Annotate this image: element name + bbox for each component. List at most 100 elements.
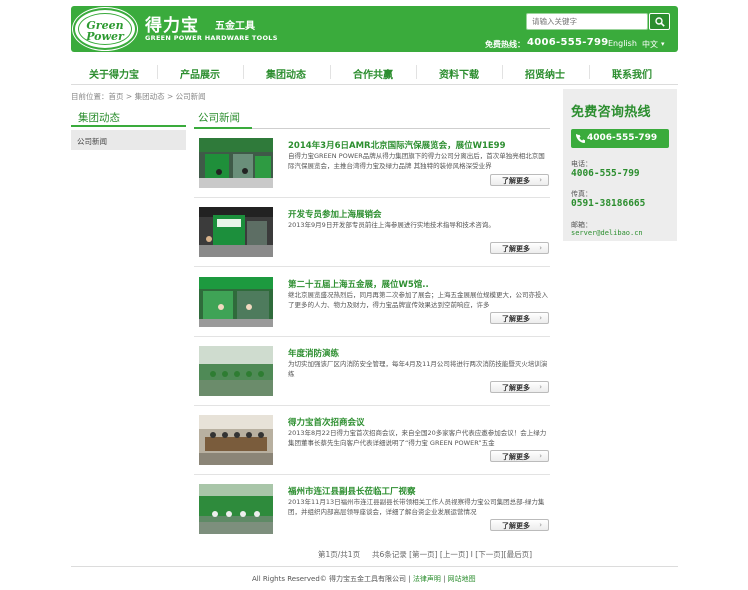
hotline-button[interactable]: 4006-555-799 [571, 129, 669, 148]
section-title-underline [194, 127, 252, 129]
nav-item-careers[interactable]: 招贤纳士 [502, 66, 588, 81]
divider [194, 266, 550, 267]
read-more-label: 了解更多 [502, 315, 530, 323]
phone-icon [576, 134, 585, 143]
sitemap-link[interactable]: 网站地图 [448, 575, 476, 583]
footer-divider [71, 566, 678, 567]
meeting-photo [199, 415, 273, 465]
read-more-label: 了解更多 [502, 522, 530, 530]
breadcrumb-current: 公司新闻 [175, 92, 206, 101]
sidebar-item-company-news[interactable]: 公司新闻 [71, 130, 186, 150]
language-english-link[interactable]: English [608, 39, 637, 48]
breadcrumb-separator: > [166, 92, 174, 101]
breadcrumb-separator: > [125, 92, 133, 101]
main-content: 公司新闻 [194, 107, 550, 129]
search-input[interactable] [526, 13, 648, 30]
official-visit-photo [199, 484, 273, 534]
section-title-text: 公司新闻 [198, 112, 240, 124]
news-item: 得力宝首次招商会议 2013年8月22日得力宝首次招商会议，来自全国20多家客户… [194, 415, 550, 475]
brand-name-cn: 得力宝 [145, 16, 199, 36]
news-title[interactable]: 年度消防演练 [288, 347, 550, 359]
first-page-link[interactable]: [第一页] [409, 550, 437, 559]
next-page-link[interactable]: [下一页] [475, 550, 503, 559]
breadcrumb-prefix: 目前位置： [71, 92, 109, 101]
news-title[interactable]: 第二十五届上海五金展，展位W5馆.. [288, 278, 550, 290]
chevron-right-icon: › [539, 521, 542, 529]
contact-title: 免费咨询热线 [571, 105, 651, 120]
sidebar-title: 集团动态 [71, 107, 186, 127]
chevron-right-icon: › [539, 244, 542, 252]
page: Green Power 得力宝 五金工具 GREEN POWER HARDWAR… [0, 0, 748, 590]
pager-separator: I [470, 550, 473, 559]
news-item: 福州市连江县副县长莅临工厂视察 2013年11月13日福州市连江县副县长带领相关… [194, 484, 550, 544]
record-count: 共6条记录 [372, 550, 407, 559]
nav-item-products[interactable]: 产品展示 [157, 66, 243, 81]
phone-value: 4006-555-799 [571, 168, 640, 179]
read-more-label: 了解更多 [502, 384, 530, 392]
divider [194, 405, 550, 406]
news-title[interactable]: 2014年3月6日AMR北京国际汽保展览会，展位W1E99 [288, 139, 550, 151]
footer-separator: | [408, 575, 411, 583]
news-title[interactable]: 福州市连江县副县长莅临工厂视察 [288, 485, 550, 497]
site-footer: All Rights Reserved© 得力宝五金工具有限公司 | 法律声明 … [252, 574, 476, 584]
news-thumbnail[interactable] [199, 277, 273, 327]
news-item: 年度消防演练 为切实加强该厂区内消防安全管理，每年4月及11月公司将进行两次消防… [194, 346, 550, 406]
contact-panel: 免费咨询热线 4006-555-799 电话： 4006-555-799 传真：… [563, 89, 677, 241]
news-title[interactable]: 得力宝首次招商会议 [288, 416, 550, 428]
pagination: 第1页/共1页 共6条记录 [第一页] [上一页] I [下一页][最后页] [318, 549, 532, 560]
news-thumbnail[interactable] [199, 415, 273, 465]
news-title[interactable]: 开发专员参加上海展销会 [288, 208, 550, 220]
breadcrumb-section[interactable]: 集团动态 [135, 92, 165, 101]
sidebar: 集团动态 公司新闻 [71, 107, 186, 150]
read-more-button[interactable]: 了解更多 › [490, 519, 549, 531]
page-info: 第1页/共1页 [318, 550, 361, 559]
news-item: 第二十五届上海五金展，展位W5馆.. 继北京展览盛况热烈后，同月再第二次参加了展… [194, 277, 550, 337]
read-more-button[interactable]: 了解更多 › [490, 381, 549, 393]
nav-item-about[interactable]: 关于得力宝 [71, 66, 157, 81]
main-nav: 关于得力宝 产品展示 集团动态 合作共赢 资料下载 招贤纳士 联系我们 [71, 61, 678, 85]
chevron-right-icon: › [539, 452, 542, 460]
nav-item-contact[interactable]: 联系我们 [589, 66, 675, 81]
divider [194, 197, 550, 198]
chevron-down-icon[interactable]: ▾ [661, 40, 665, 48]
fire-drill-photo [199, 346, 273, 396]
read-more-label: 了解更多 [502, 245, 530, 253]
footer-separator: | [443, 575, 446, 583]
green-power-logo[interactable]: Green Power [73, 8, 137, 50]
email-link[interactable]: server@delibao.cn [571, 229, 643, 237]
hotline-number: 4006-555-799 [527, 37, 609, 48]
trade-show-photo [199, 207, 273, 257]
brand-name-en: GREEN POWER HARDWARE TOOLS [145, 34, 278, 42]
hardware-expo-photo [199, 277, 273, 327]
read-more-button[interactable]: 了解更多 › [490, 242, 549, 254]
hotline-label: 免费热线： [485, 40, 525, 49]
news-thumbnail[interactable] [199, 138, 273, 188]
breadcrumb: 目前位置：首页 > 集团动态 > 公司新闻 [71, 91, 206, 102]
prev-page-link[interactable]: [上一页] [440, 550, 468, 559]
news-item: 2014年3月6日AMR北京国际汽保展览会，展位W1E99 自得力宝GREEN … [194, 138, 550, 198]
chevron-right-icon: › [539, 383, 542, 391]
read-more-label: 了解更多 [502, 177, 530, 185]
read-more-label: 了解更多 [502, 453, 530, 461]
section-title: 公司新闻 [194, 107, 550, 129]
read-more-button[interactable]: 了解更多 › [490, 312, 549, 324]
divider [194, 336, 550, 337]
breadcrumb-home[interactable]: 首页 [109, 92, 124, 101]
news-thumbnail[interactable] [199, 207, 273, 257]
read-more-button[interactable]: 了解更多 › [490, 174, 549, 186]
last-page-link[interactable]: [最后页] [504, 550, 532, 559]
search-button[interactable] [649, 13, 670, 30]
copyright-text: All Rights Reserved© 得力宝五金工具有限公司 [252, 575, 407, 583]
language-chinese-select[interactable]: 中文 [642, 39, 658, 50]
hotline-button-label: 4006-555-799 [587, 133, 658, 143]
legal-link[interactable]: 法律声明 [413, 575, 441, 583]
chevron-right-icon: › [539, 314, 542, 322]
nav-item-cooperation[interactable]: 合作共赢 [330, 66, 416, 81]
news-thumbnail[interactable] [199, 346, 273, 396]
news-thumbnail[interactable] [199, 484, 273, 534]
nav-item-news[interactable]: 集团动态 [243, 66, 329, 81]
nav-item-downloads[interactable]: 资料下载 [416, 66, 502, 81]
chevron-right-icon: › [539, 176, 542, 184]
read-more-button[interactable]: 了解更多 › [490, 450, 549, 462]
exhibition-photo [199, 138, 273, 188]
